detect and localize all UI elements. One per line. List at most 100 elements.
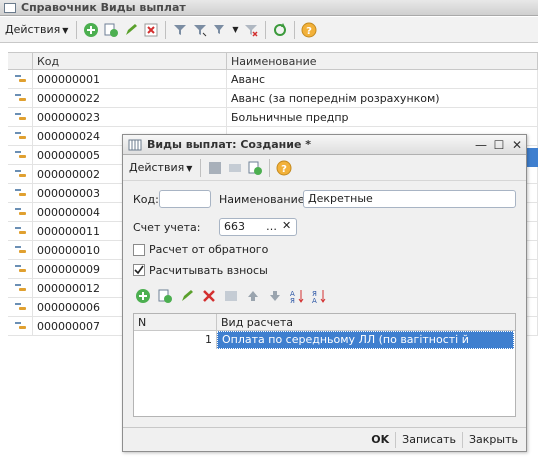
- help-icon[interactable]: ?: [301, 22, 317, 38]
- catalog-item-icon: [13, 283, 27, 293]
- catalog-item-icon: [13, 131, 27, 141]
- catalog-item-icon: [13, 188, 27, 198]
- toolbar-separator: [200, 158, 202, 177]
- grid-header: Код Наименование: [8, 53, 538, 70]
- save-icon[interactable]: [207, 160, 223, 176]
- grid-header-code[interactable]: Код: [33, 53, 227, 69]
- catalog-item-icon: [13, 321, 27, 331]
- svg-text:?: ?: [281, 164, 287, 175]
- account-select-button[interactable]: …: [266, 220, 277, 233]
- row-code: 000000023: [33, 108, 227, 126]
- row-type-icon: [8, 146, 33, 164]
- catalog-item-icon: [13, 302, 27, 312]
- row-type-icon: [8, 165, 33, 183]
- svg-text:Я: Я: [290, 297, 295, 304]
- edit-icon[interactable]: [123, 22, 139, 38]
- maximize-button[interactable]: ☐: [490, 137, 508, 153]
- calc-contrib-label: Расчитывать взносы: [149, 264, 268, 277]
- move-down-icon[interactable]: [267, 288, 283, 304]
- catalog-item-icon: [13, 226, 27, 236]
- calc-table-row[interactable]: 1 Оплата по середньому ЛЛ (по вагітності…: [134, 331, 515, 362]
- catalog-item-icon: [13, 207, 27, 217]
- catalog-item-icon: [13, 93, 27, 103]
- grid-header-name[interactable]: Наименование: [227, 53, 538, 69]
- copy-icon[interactable]: [103, 22, 119, 38]
- calc-row-kind[interactable]: Оплата по середньому ЛЛ (по вагітності й…: [217, 331, 514, 362]
- code-label: Код:: [133, 193, 159, 206]
- catalog-icon: [4, 2, 16, 13]
- sort-asc-icon[interactable]: AЯ: [289, 288, 305, 304]
- row-name: Больничные предпр: [227, 108, 538, 126]
- toolbar-separator: [76, 20, 78, 39]
- copy-icon[interactable]: [247, 160, 263, 176]
- edit-icon[interactable]: [179, 288, 195, 304]
- row-name: Аванс (за попереднім розрахунком): [227, 89, 538, 107]
- help-icon[interactable]: ?: [276, 160, 292, 176]
- catalog-item-icon: [13, 264, 27, 274]
- table-toolbar: AЯ ЯA: [135, 288, 327, 304]
- row-type-icon: [8, 279, 33, 297]
- calc-col-n[interactable]: N: [134, 314, 217, 330]
- catalog-item-icon: [13, 150, 27, 160]
- calc-table-header: N Вид расчета: [134, 314, 515, 331]
- row-type-icon: [8, 203, 33, 221]
- row-type-icon: [8, 70, 33, 88]
- footer-separator: [395, 431, 397, 448]
- copy-icon[interactable]: [157, 288, 173, 304]
- add-icon[interactable]: [83, 22, 99, 38]
- delete-icon[interactable]: [201, 288, 217, 304]
- actions-menu[interactable]: Действия ▼: [3, 23, 70, 36]
- dialog-actions-menu[interactable]: Действия ▼: [127, 161, 194, 174]
- code-input[interactable]: [159, 190, 211, 208]
- clear-filter-icon[interactable]: [243, 22, 259, 38]
- sort-desc-icon[interactable]: ЯA: [311, 288, 327, 304]
- name-label: Наименование:: [219, 193, 309, 206]
- reverse-calc-label: Расчет от обратного: [149, 243, 269, 256]
- row-type-icon: [8, 317, 33, 335]
- filter-history-icon[interactable]: [212, 22, 228, 38]
- filter-history-dropdown[interactable]: ▼: [232, 25, 238, 34]
- calc-col-kind[interactable]: Вид расчета: [217, 314, 515, 330]
- create-dialog: Виды выплат: Создание * — ☐ ✕ Действия ▼ …: [122, 134, 527, 452]
- add-icon[interactable]: [135, 288, 151, 304]
- account-label: Счет учета:: [133, 221, 201, 234]
- minimize-button[interactable]: —: [472, 137, 490, 153]
- dialog-toolbar: Действия ▼ ?: [123, 155, 526, 181]
- calc-table: N Вид расчета 1 Оплата по середньому ЛЛ …: [133, 313, 516, 417]
- row-type-icon: [8, 127, 33, 145]
- filter-settings-icon[interactable]: [172, 22, 188, 38]
- toolbar-separator: [269, 158, 271, 177]
- window-title: Справочник Виды выплат: [21, 1, 186, 14]
- row-code: 000000022: [33, 89, 227, 107]
- close-button[interactable]: ✕: [508, 137, 526, 153]
- ok-button[interactable]: OK: [371, 433, 389, 446]
- row-name: Аванс: [227, 70, 538, 88]
- toolbar-separator: [264, 20, 266, 39]
- reverse-calc-checkbox[interactable]: [133, 244, 145, 256]
- main-toolbar: Действия ▼ ▼ ?: [0, 17, 538, 43]
- table-row[interactable]: 000000022 Аванс (за попереднім розрахунко…: [8, 89, 538, 108]
- save-button[interactable]: Записать: [402, 433, 456, 446]
- catalog-item-icon: [13, 169, 27, 179]
- refresh-icon[interactable]: [272, 22, 288, 38]
- row-type-icon: [8, 108, 33, 126]
- row-code: 000000001: [33, 70, 227, 88]
- account-clear-button[interactable]: ✕: [282, 219, 291, 232]
- row-type-icon: [8, 298, 33, 316]
- end-edit-icon[interactable]: [223, 288, 239, 304]
- table-row[interactable]: 000000023 Больничные предпр: [8, 108, 538, 127]
- calc-contrib-checkbox[interactable]: [133, 264, 145, 276]
- delete-icon[interactable]: [143, 22, 159, 38]
- toolbar-separator: [165, 20, 167, 39]
- row-type-icon: [8, 260, 33, 278]
- table-row[interactable]: 000000001 Аванс: [8, 70, 538, 89]
- grid-header-icon-col: [8, 53, 33, 69]
- post-icon[interactable]: [227, 160, 243, 176]
- name-input[interactable]: Декретные: [303, 190, 516, 208]
- row-type-icon: [8, 222, 33, 240]
- dialog-title: Виды выплат: Создание *: [147, 138, 312, 151]
- filter-by-value-icon[interactable]: [192, 22, 208, 38]
- close-dialog-button[interactable]: Закрыть: [469, 433, 518, 446]
- move-up-icon[interactable]: [245, 288, 261, 304]
- svg-text:?: ?: [306, 26, 312, 37]
